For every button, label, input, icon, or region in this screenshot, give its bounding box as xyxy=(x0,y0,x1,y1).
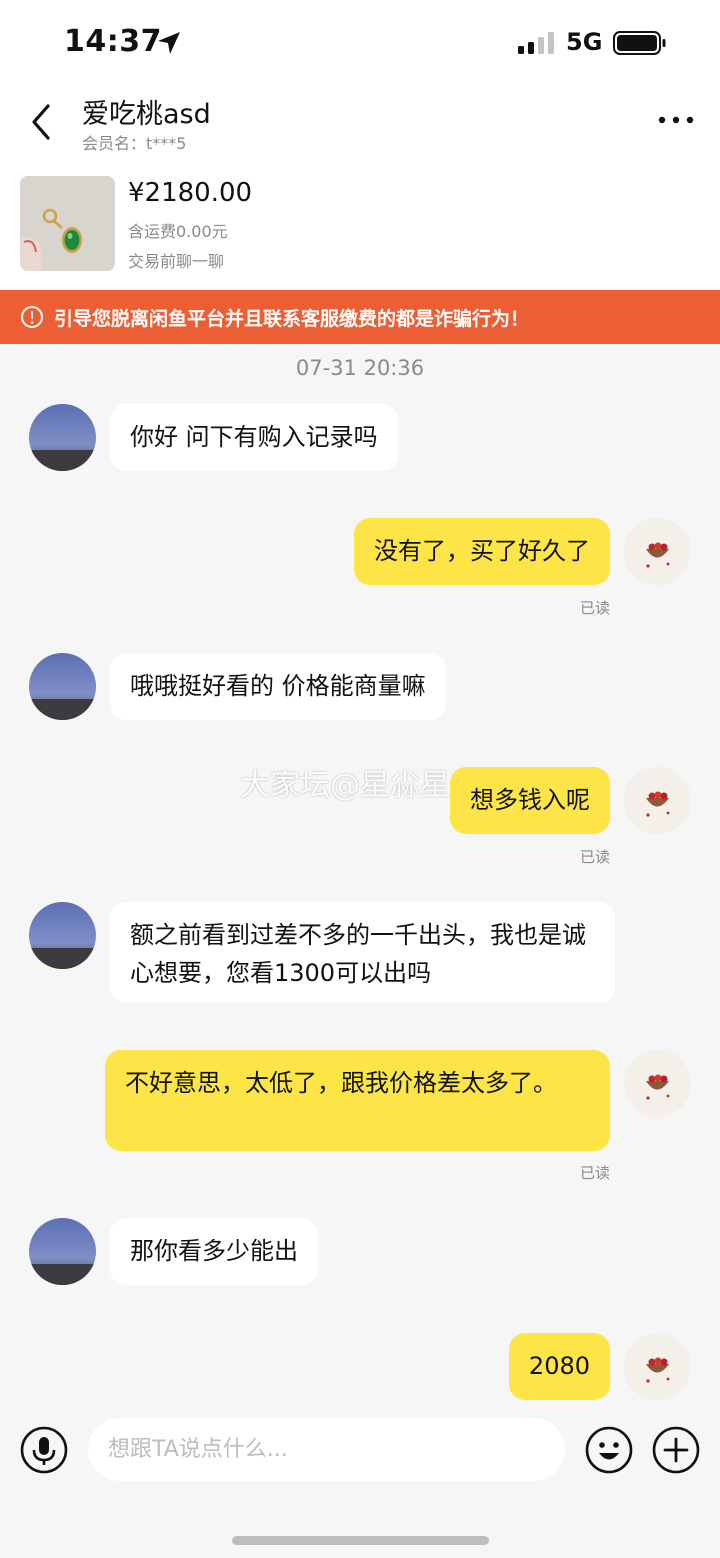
status-bar: 14:37 5G xyxy=(0,0,720,86)
product-shipping: 含运费0.00元 xyxy=(128,222,228,241)
product-chat-hint: 交易前聊一聊 xyxy=(128,252,225,271)
message-bubble-incoming[interactable]: 哦哦挺好看的 价格能商量嘛 xyxy=(110,653,446,720)
message-bubble-incoming[interactable]: 那你看多少能出 xyxy=(110,1218,318,1285)
signal-bars-icon xyxy=(518,32,554,54)
watermark: 大家坛@星尛星 xyxy=(240,768,450,803)
product-thumbnail[interactable] xyxy=(20,176,115,271)
my-avatar[interactable] xyxy=(624,518,691,585)
network-type: 5G xyxy=(566,28,603,56)
read-receipt: 已读 xyxy=(579,599,610,617)
contact-avatar[interactable] xyxy=(29,404,96,471)
message-bubble-outgoing[interactable]: 2080 xyxy=(508,1333,610,1400)
message-timestamp: 07-31 20:36 xyxy=(295,356,425,380)
battery-icon xyxy=(613,31,666,55)
contact-avatar[interactable] xyxy=(29,1218,96,1285)
chat-header: 爱吃桃asd 会员名：t***5 xyxy=(0,86,720,162)
warning-text: 引导您脱离闲鱼平台并且联系客服缴费的都是诈骗行为！ xyxy=(54,307,530,330)
more-dots-icon[interactable] xyxy=(656,110,696,130)
my-avatar[interactable] xyxy=(624,1333,691,1400)
plus-icon[interactable] xyxy=(652,1426,700,1474)
message-bubble-incoming[interactable]: 额之前看到过差不多的一千出头，我也是诚心想要，您看1300可以出吗 xyxy=(110,902,615,1003)
scam-warning-banner: 引导您脱离闲鱼平台并且联系客服缴费的都是诈骗行为！ xyxy=(0,290,720,344)
message-bubble-incoming[interactable]: 你好 问下有购入记录吗 xyxy=(110,404,398,471)
message-input[interactable] xyxy=(88,1418,565,1481)
read-receipt: 已读 xyxy=(579,1164,610,1182)
read-receipt: 已读 xyxy=(579,848,610,866)
message-bubble-outgoing[interactable]: 不好意思，太低了，跟我价格差太多了。 xyxy=(105,1050,610,1151)
message-input-bar xyxy=(0,1402,720,1558)
microphone-icon[interactable] xyxy=(20,1426,68,1474)
status-time: 14:37 xyxy=(64,24,162,59)
member-name: 会员名：t***5 xyxy=(82,134,187,153)
contact-avatar[interactable] xyxy=(29,653,96,720)
message-bubble-outgoing[interactable]: 想多钱入呢 xyxy=(450,767,610,834)
back-arrow-icon[interactable] xyxy=(26,102,56,142)
chat-title: 爱吃桃asd xyxy=(82,99,211,130)
contact-avatar[interactable] xyxy=(29,902,96,969)
my-avatar[interactable] xyxy=(624,767,691,834)
my-avatar[interactable] xyxy=(624,1050,691,1117)
emoji-icon[interactable] xyxy=(585,1426,633,1474)
home-indicator xyxy=(232,1536,489,1545)
location-arrow-icon xyxy=(158,32,180,54)
product-price: ¥2180.00 xyxy=(128,178,253,208)
message-bubble-outgoing[interactable]: 没有了，买了好久了 xyxy=(354,518,610,585)
product-card[interactable]: ¥2180.00 含运费0.00元 交易前聊一聊 xyxy=(0,162,720,290)
warning-circle-icon xyxy=(21,306,43,328)
